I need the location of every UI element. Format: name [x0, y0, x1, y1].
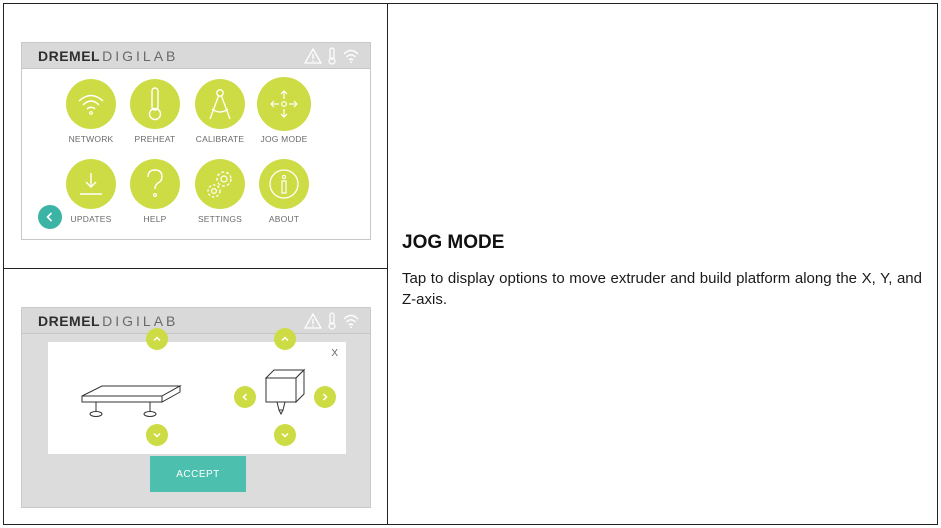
wifi-icon[interactable] — [342, 48, 360, 64]
platform-down-button[interactable] — [146, 424, 168, 446]
extruder-icon — [264, 368, 306, 416]
tile-jog-mode[interactable]: JOG MODE — [251, 79, 317, 144]
chevron-down-icon — [281, 432, 289, 438]
chevron-right-icon — [322, 393, 328, 401]
compass-icon — [195, 79, 245, 129]
text-column — [388, 3, 938, 525]
gears-icon — [195, 159, 245, 209]
jog-screen: DREMEL DIGILAB X ACCEPT — [21, 307, 371, 508]
tile-label: HELP — [143, 214, 167, 224]
status-icons — [304, 311, 360, 331]
close-button[interactable]: X — [331, 348, 338, 359]
chevron-up-icon — [281, 336, 289, 342]
tile-about[interactable]: ABOUT — [251, 159, 317, 224]
extruder-down-button[interactable] — [274, 424, 296, 446]
top-bar: DREMEL DIGILAB — [22, 308, 370, 334]
tile-settings[interactable]: SETTINGS — [187, 159, 253, 224]
tile-preheat[interactable]: PREHEAT — [122, 79, 188, 144]
menu-grid: NETWORK PREHEAT CALIBRATE JOG MODE UPDAT… — [22, 69, 370, 239]
extruder-right-button[interactable] — [314, 386, 336, 408]
chevron-left-icon — [46, 212, 53, 222]
jog-dialog: X — [48, 328, 346, 454]
tile-label: UPDATES — [70, 214, 112, 224]
thermometer-icon[interactable] — [327, 312, 337, 330]
column-divider — [3, 268, 388, 269]
extruder-left-button[interactable] — [234, 386, 256, 408]
tile-calibrate[interactable]: CALIBRATE — [187, 79, 253, 144]
section-heading: JOG MODE — [402, 232, 505, 253]
tile-label: PREHEAT — [134, 134, 176, 144]
section-description: Tap to display options to move extruder … — [402, 270, 922, 308]
tile-label: JOG MODE — [260, 134, 308, 144]
thermometer-icon — [130, 79, 180, 129]
menu-screen: DREMELDIGILAB NETWORK PREHEAT CALIBRATE — [21, 42, 371, 240]
wifi-icon — [66, 79, 116, 129]
brand-digilab: DIGILAB — [102, 313, 179, 329]
tile-updates[interactable]: UPDATES — [58, 159, 124, 224]
tile-help[interactable]: HELP — [122, 159, 188, 224]
chevron-left-icon — [242, 393, 248, 401]
move-arrows-icon — [259, 79, 309, 129]
question-icon — [130, 159, 180, 209]
warning-icon[interactable] — [304, 48, 322, 64]
warning-icon[interactable] — [304, 313, 322, 329]
chevron-down-icon — [153, 432, 161, 438]
tile-label: CALIBRATE — [195, 134, 245, 144]
download-icon — [66, 159, 116, 209]
tile-label: NETWORK — [68, 134, 114, 144]
back-button[interactable] — [38, 205, 62, 229]
status-icons — [304, 46, 360, 66]
wifi-icon[interactable] — [342, 313, 360, 329]
brand-logo: DREMEL DIGILAB — [38, 48, 178, 64]
top-bar: DREMEL DIGILAB — [22, 43, 370, 69]
brand-digilab: DIGILAB — [102, 48, 179, 64]
tile-label: SETTINGS — [197, 214, 243, 224]
tile-network[interactable]: NETWORK — [58, 79, 124, 144]
brand-logo: DREMEL DIGILAB — [38, 313, 178, 329]
info-icon — [259, 159, 309, 209]
accept-button[interactable]: ACCEPT — [150, 456, 246, 492]
extruder-up-button[interactable] — [274, 328, 296, 350]
platform-up-button[interactable] — [146, 328, 168, 350]
build-platform-icon — [81, 385, 182, 417]
thermometer-icon[interactable] — [327, 47, 337, 65]
tile-label: ABOUT — [268, 214, 300, 224]
brand-dremel: DREMEL — [38, 313, 101, 329]
chevron-up-icon — [153, 336, 161, 342]
brand-dremel: DREMEL — [38, 48, 101, 64]
